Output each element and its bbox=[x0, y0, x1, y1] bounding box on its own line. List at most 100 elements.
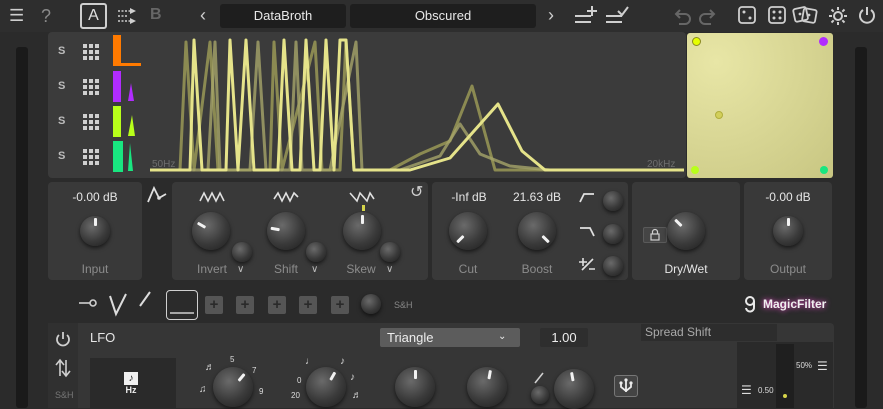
add-mod-button-1[interactable]: + bbox=[205, 296, 223, 314]
output-knob[interactable] bbox=[773, 216, 803, 246]
xy-pad[interactable] bbox=[687, 33, 833, 178]
mod-shape-z-icon[interactable] bbox=[104, 288, 134, 320]
power-icon[interactable] bbox=[857, 5, 877, 25]
xy-corner-dot-bottom-right[interactable] bbox=[820, 166, 828, 174]
skew-mod-knob[interactable] bbox=[380, 242, 400, 262]
highpass-knob[interactable] bbox=[603, 191, 623, 211]
lfo-updown-icon[interactable] bbox=[55, 358, 71, 378]
save-preset-icon[interactable] bbox=[604, 4, 630, 28]
boost-value: 21.63 dB bbox=[512, 190, 562, 204]
band-2-solo-button[interactable]: S bbox=[58, 80, 65, 92]
band-2-grid-icon[interactable] bbox=[83, 79, 99, 95]
slot-a-button[interactable]: A bbox=[80, 3, 107, 29]
lfo-meter-top-label: 50% bbox=[796, 361, 813, 370]
add-mod-button-3[interactable]: + bbox=[268, 296, 286, 314]
lfo-waveform-select[interactable]: Triangle ⌄ bbox=[380, 328, 520, 347]
invert-mod-knob[interactable] bbox=[232, 242, 252, 262]
xy-corner-dot-top-left[interactable] bbox=[692, 37, 701, 46]
spectrum-graph[interactable]: 50Hz 20kHz bbox=[150, 36, 684, 176]
shift-knob[interactable] bbox=[267, 212, 305, 250]
lfo-meter-menu-top-icon[interactable]: ☰ bbox=[817, 359, 828, 373]
xy-corner-dot-top-right[interactable] bbox=[819, 37, 828, 46]
lfo-hz-button[interactable]: ♪ Hz bbox=[122, 372, 140, 400]
mod-slot-selected[interactable] bbox=[166, 290, 198, 320]
band-1-solo-button[interactable]: S bbox=[58, 45, 65, 57]
randomize-small-icon[interactable] bbox=[737, 5, 757, 25]
band-4-thumbnail bbox=[113, 141, 141, 172]
menu-icon[interactable]: ☰ bbox=[9, 7, 24, 24]
randomize-all-icon[interactable] bbox=[792, 3, 818, 27]
rate-tick-5: 5 bbox=[230, 355, 235, 364]
input-label: Input bbox=[81, 262, 109, 276]
mod-sh-knob[interactable] bbox=[361, 294, 381, 314]
phase-tick-0: 0 bbox=[297, 376, 302, 385]
skew-knob[interactable] bbox=[343, 212, 381, 250]
add-mod-button-5[interactable]: + bbox=[331, 296, 349, 314]
rate-tick-7: 7 bbox=[252, 366, 257, 375]
band-4-grid-icon[interactable] bbox=[83, 149, 99, 165]
output-label: Output bbox=[769, 262, 807, 276]
reset-shape-icon[interactable]: ↺ bbox=[410, 185, 423, 201]
freq-min-label: 50Hz bbox=[152, 159, 175, 170]
shift-mod-knob[interactable] bbox=[306, 242, 326, 262]
randomize-medium-icon[interactable] bbox=[767, 5, 787, 25]
add-mod-button-2[interactable]: + bbox=[236, 296, 254, 314]
skew-wave-icon bbox=[349, 190, 375, 203]
invert-knob[interactable] bbox=[192, 212, 230, 250]
band-3-grid-icon[interactable] bbox=[83, 114, 99, 130]
invert-dropdown-icon[interactable]: ∨ bbox=[237, 264, 244, 275]
skew-label: Skew bbox=[346, 262, 376, 276]
lfo-smooth-knob[interactable] bbox=[531, 386, 549, 404]
lfo-amount-field[interactable]: 1.00 bbox=[540, 328, 588, 347]
drywet-knob[interactable] bbox=[667, 212, 705, 250]
shift-dropdown-icon[interactable]: ∨ bbox=[311, 264, 318, 275]
lfo-meter-menu-bottom-icon[interactable]: ☰ bbox=[741, 383, 752, 397]
xy-corner-dot-bottom-left[interactable] bbox=[691, 166, 699, 174]
lfo-target-label: Spread Shift bbox=[641, 324, 777, 341]
lowpass-knob[interactable] bbox=[603, 224, 623, 244]
slot-b-button[interactable]: B bbox=[150, 6, 162, 24]
undo-icon[interactable] bbox=[672, 6, 692, 26]
prev-preset-button[interactable]: ‹ bbox=[200, 5, 206, 26]
help-button[interactable]: ? bbox=[41, 7, 51, 25]
lfo-rate-knob[interactable] bbox=[213, 367, 253, 407]
preset-name-selector[interactable]: Obscured bbox=[350, 4, 536, 28]
lfo-hz-label: Hz bbox=[125, 385, 137, 395]
brand-logo-icon bbox=[743, 295, 757, 313]
lock-button[interactable] bbox=[643, 227, 667, 243]
lfo-depth-knob[interactable] bbox=[395, 367, 435, 407]
add-mod-button-4[interactable]: + bbox=[299, 296, 317, 314]
lfo-offset-knob[interactable] bbox=[467, 367, 507, 407]
add-preset-icon[interactable] bbox=[573, 4, 599, 28]
skew-dropdown-icon[interactable]: ∨ bbox=[386, 264, 393, 275]
lfo-title: LFO bbox=[90, 330, 116, 345]
mod-shape-line-icon[interactable] bbox=[138, 290, 152, 308]
cut-knob[interactable] bbox=[449, 212, 487, 250]
shift-label: Shift bbox=[273, 262, 298, 276]
settings-icon[interactable] bbox=[827, 5, 849, 27]
copy-a-to-b-icon[interactable] bbox=[116, 6, 138, 26]
input-knob[interactable] bbox=[80, 216, 110, 246]
lfo-meter-track[interactable] bbox=[776, 344, 794, 408]
lfo-power-icon[interactable] bbox=[54, 330, 72, 348]
preset-bank-selector[interactable]: DataBroth bbox=[220, 4, 346, 28]
redo-icon[interactable] bbox=[698, 6, 718, 26]
band-1-grid-icon[interactable] bbox=[83, 44, 99, 60]
lfo-phase-knob[interactable] bbox=[306, 367, 346, 407]
plus-minus-icon[interactable] bbox=[578, 256, 596, 272]
next-preset-button[interactable]: › bbox=[548, 5, 554, 26]
xy-cursor-dot[interactable] bbox=[715, 111, 723, 119]
band-3-solo-button[interactable]: S bbox=[58, 115, 65, 127]
note-icon: ♪ bbox=[124, 372, 138, 385]
lfo-level-knob[interactable] bbox=[554, 369, 594, 409]
mod-route-icon[interactable] bbox=[78, 296, 98, 310]
sixteenth-note-icon: ♬ bbox=[352, 390, 362, 401]
boost-knob[interactable] bbox=[518, 212, 556, 250]
highpass-icon[interactable] bbox=[578, 190, 596, 204]
polarity-knob[interactable] bbox=[603, 256, 623, 276]
curve-icon[interactable] bbox=[146, 184, 168, 206]
lowpass-icon[interactable] bbox=[578, 224, 596, 238]
triplet-note-icon: ♬ bbox=[205, 362, 215, 373]
band-4-solo-button[interactable]: S bbox=[58, 150, 65, 162]
lfo-connect-button[interactable] bbox=[614, 375, 638, 397]
